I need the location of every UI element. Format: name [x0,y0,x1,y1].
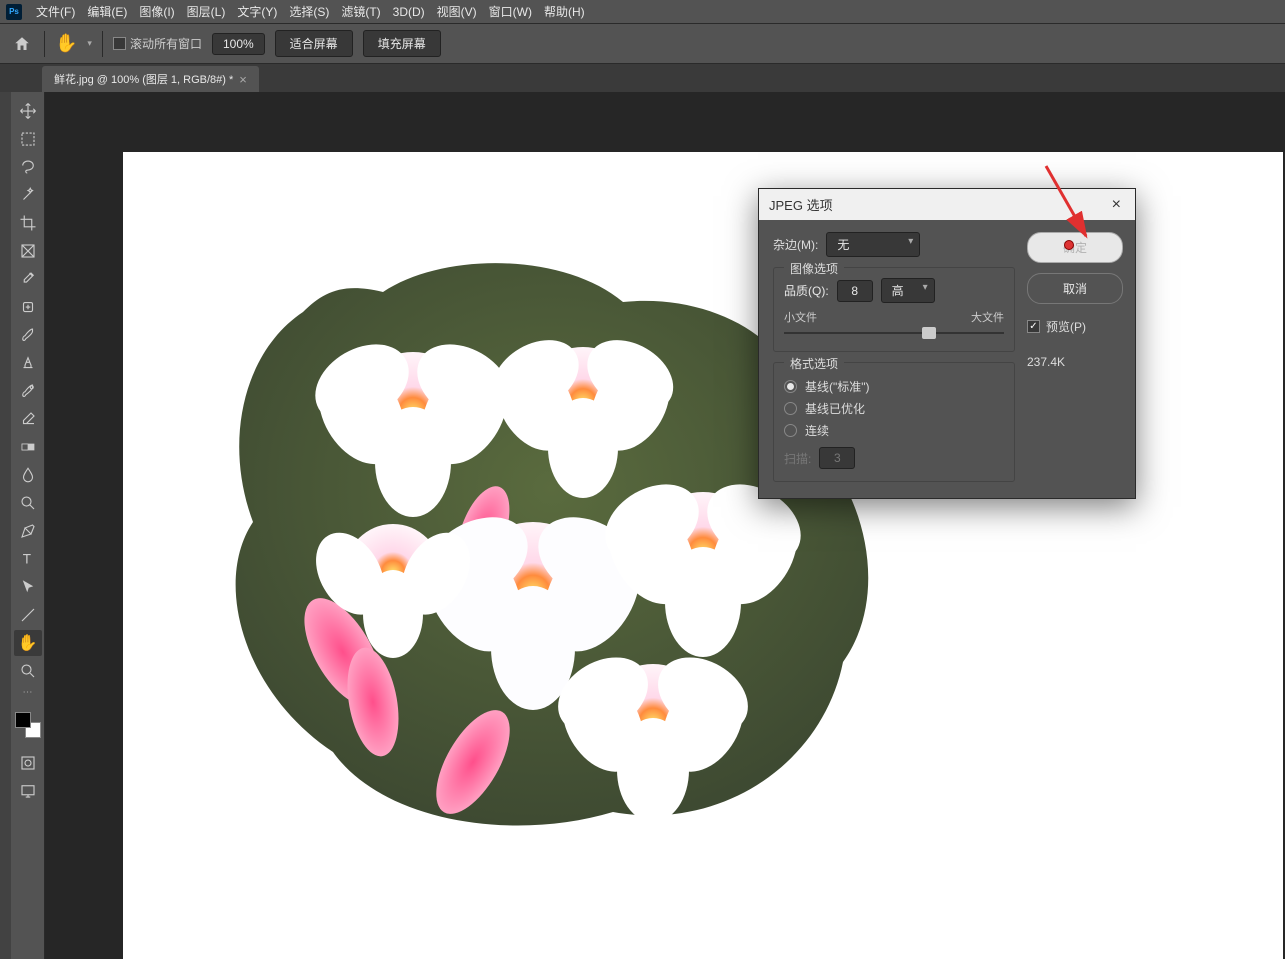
svg-text:T: T [22,552,30,567]
format-progressive[interactable]: 连续 [784,422,1004,439]
preview-checkbox[interactable]: ✓ 预览(P) [1027,318,1123,335]
path-select-tool[interactable] [14,574,42,600]
quick-mask-button[interactable] [14,750,42,776]
radio-icon [784,380,797,393]
ok-button[interactable]: 确定 [1027,232,1123,263]
blur-tool[interactable] [14,462,42,488]
format-option-label: 连续 [805,422,829,439]
document-tab-bar: 鲜花.jpg @ 100% (图层 1, RGB/8#) * × [0,64,1285,92]
menu-bar: Ps 文件(F) 编辑(E) 图像(I) 图层(L) 文字(Y) 选择(S) 滤… [0,0,1285,24]
marquee-tool[interactable] [14,126,42,152]
zoom-input[interactable]: 100% [212,33,265,55]
foreground-color-swatch[interactable] [15,712,31,728]
crop-tool[interactable] [14,210,42,236]
small-file-label: 小文件 [784,309,817,325]
image-options-group: 图像选项 品质(Q): 8 高 小文件 大文件 [773,267,1015,352]
format-option-label: 基线("标准") [805,378,870,395]
large-file-label: 大文件 [971,309,1004,325]
cancel-button[interactable]: 取消 [1027,273,1123,304]
menu-layer[interactable]: 图层(L) [181,1,232,22]
menu-type[interactable]: 文字(Y) [231,1,283,22]
magic-wand-tool[interactable] [14,182,42,208]
fit-screen-button[interactable]: 适合屏幕 [275,30,353,57]
filesize-readout: 237.4K [1027,355,1123,369]
menu-image[interactable]: 图像(I) [133,1,180,22]
scroll-all-label: 滚动所有窗口 [130,35,202,52]
document-tab-title: 鲜花.jpg @ 100% (图层 1, RGB/8#) * [54,71,233,87]
menu-filter[interactable]: 滤镜(T) [335,1,386,22]
tools-panel: T ✋ ⋯ [11,92,45,959]
history-brush-tool[interactable] [14,378,42,404]
menu-select[interactable]: 选择(S) [283,1,335,22]
checkbox-icon: ✓ [1027,320,1040,333]
frame-tool[interactable] [14,238,42,264]
format-baseline-standard[interactable]: 基线("标准") [784,378,1004,395]
matte-label: 杂边(M): [773,236,818,253]
pen-tool[interactable] [14,518,42,544]
radio-icon [784,424,797,437]
quality-preset-dropdown[interactable]: 高 [881,278,935,303]
dialog-titlebar[interactable]: JPEG 选项 × [759,189,1135,220]
app-logo: Ps [6,4,22,20]
radio-icon [784,402,797,415]
quality-input[interactable]: 8 [837,280,873,302]
preview-label: 预览(P) [1046,318,1086,335]
format-option-label: 基线已优化 [805,400,865,417]
slider-thumb[interactable] [922,327,936,339]
more-tools[interactable]: ⋯ [14,686,42,698]
line-tool[interactable] [14,602,42,628]
menu-window[interactable]: 窗口(W) [483,1,538,22]
fill-screen-button[interactable]: 填充屏幕 [363,30,441,57]
menu-edit[interactable]: 编辑(E) [81,1,133,22]
menu-view[interactable]: 视图(V) [431,1,483,22]
close-tab-icon[interactable]: × [239,72,247,87]
eyedropper-tool[interactable] [14,266,42,292]
hand-tool-icon: ✋ [55,33,77,54]
cursor-indicator-icon [1064,240,1074,250]
clone-stamp-tool[interactable] [14,350,42,376]
checkbox-icon [113,37,126,50]
menu-3d[interactable]: 3D(D) [387,3,431,21]
zoom-tool[interactable] [14,658,42,684]
close-icon[interactable]: × [1108,196,1125,214]
screen-mode-button[interactable] [14,778,42,804]
options-bar: ✋ ▾ 滚动所有窗口 100% 适合屏幕 填充屏幕 [0,24,1285,64]
gradient-tool[interactable] [14,434,42,460]
dropdown-chevron-icon[interactable]: ▾ [87,38,92,49]
healing-brush-tool[interactable] [14,294,42,320]
image-options-legend: 图像选项 [784,260,844,277]
matte-dropdown[interactable]: 无 [826,232,920,257]
move-tool[interactable] [14,98,42,124]
jpeg-options-dialog: JPEG 选项 × 杂边(M): 无 图像选项 品质(Q): 8 高 小文件 大… [758,188,1136,499]
toolbar-collapse-strip[interactable] [0,92,11,959]
menu-help[interactable]: 帮助(H) [538,1,591,22]
format-baseline-optimized[interactable]: 基线已优化 [784,400,1004,417]
quality-label: 品质(Q): [784,282,829,299]
scans-input: 3 [819,447,855,469]
color-swatches[interactable] [15,712,41,738]
home-button[interactable] [10,32,34,56]
dialog-title: JPEG 选项 [769,195,833,214]
eraser-tool[interactable] [14,406,42,432]
hand-tool[interactable]: ✋ [14,630,42,656]
brush-tool[interactable] [14,322,42,348]
quality-slider[interactable] [784,327,1004,339]
lasso-tool[interactable] [14,154,42,180]
document-tab[interactable]: 鲜花.jpg @ 100% (图层 1, RGB/8#) * × [42,66,259,92]
dodge-tool[interactable] [14,490,42,516]
menu-file[interactable]: 文件(F) [30,1,81,22]
format-options-legend: 格式选项 [784,355,844,372]
scroll-all-checkbox[interactable]: 滚动所有窗口 [113,35,202,52]
type-tool[interactable]: T [14,546,42,572]
scans-label: 扫描: [784,450,811,467]
format-options-group: 格式选项 基线("标准") 基线已优化 连续 扫描: 3 [773,362,1015,482]
